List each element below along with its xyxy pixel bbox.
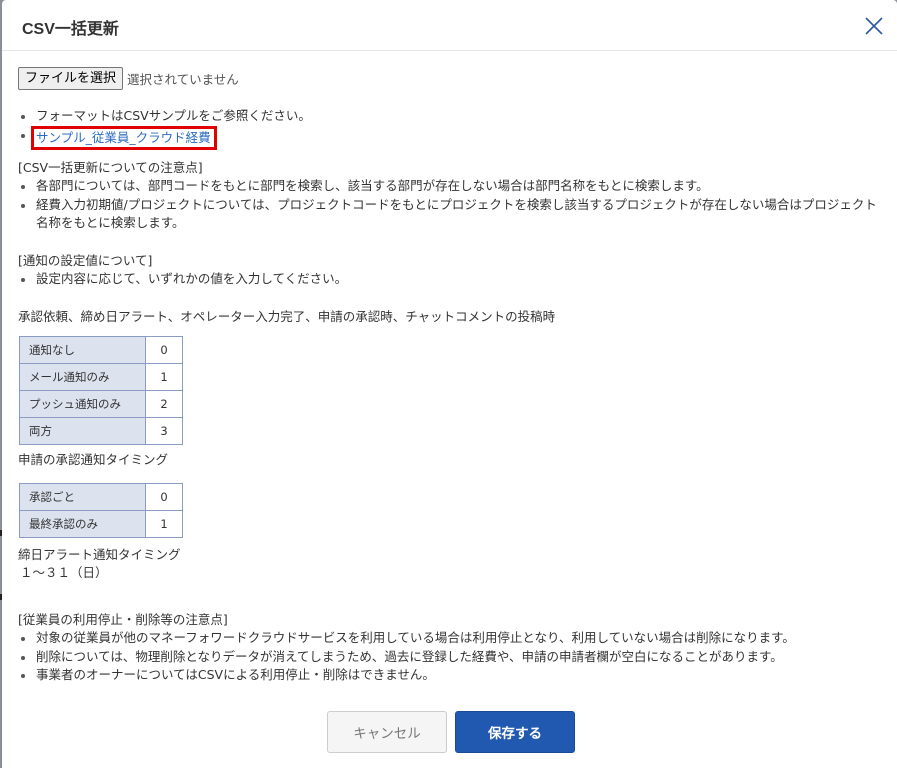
table-key: メール通知のみ xyxy=(19,363,146,391)
list-item: 対象の従業員が他のマネーフォワードクラウドサービスを利用している場合は利用停止と… xyxy=(18,629,887,648)
table-row: 両方 3 xyxy=(19,417,183,445)
table-value: 1 xyxy=(145,363,183,391)
notify-group2-label: 申請の承認通知タイミング xyxy=(18,452,169,467)
table-value: 1 xyxy=(145,509,183,538)
table-key: 最終承認のみ xyxy=(19,509,146,538)
close-icon[interactable] xyxy=(865,17,883,35)
notify-group3-label: 締日アラート通知タイミング xyxy=(18,546,181,562)
notify-group1-label: 承認依頼、締め日アラート、オペレーター入力完了、申請の承認時、チャットコメントの… xyxy=(18,308,556,324)
list-item: 各部門については、部門コードをもとに部門を検索し、該当する部門が存在しない場合は… xyxy=(18,177,887,196)
save-button[interactable]: 保存する xyxy=(455,711,575,753)
cancel-button[interactable]: キャンセル xyxy=(327,711,447,753)
table-value: 0 xyxy=(145,336,183,364)
list-item: 事業者のオーナーについてはCSVによる利用停止・削除はできません。 xyxy=(18,666,887,685)
table-value: 0 xyxy=(145,482,183,511)
table-key: プッシュ通知のみ xyxy=(19,390,146,418)
csv-update-modal: CSV一括更新 ファイルを選択 選択されていません フォーマットはCSVサンプル… xyxy=(2,0,897,768)
table-key: 通知なし xyxy=(19,336,146,364)
modal-header: CSV一括更新 xyxy=(2,0,897,51)
file-status: 選択されていません xyxy=(127,71,239,87)
table-value: 2 xyxy=(145,390,183,418)
sample-csv-link[interactable]: サンプル_従業員_クラウド経費 xyxy=(31,125,217,150)
notify-group3-value: １〜３１（日） xyxy=(20,565,108,580)
format-note: フォーマットはCSVサンプルをご参照ください。 xyxy=(18,107,887,126)
sample-link-item: サンプル_従業員_クラウド経費 xyxy=(18,125,887,150)
list-item: 設定内容に応じて、いずれかの値を入力してください。 xyxy=(18,270,887,289)
table-row: プッシュ通知のみ 2 xyxy=(19,390,183,418)
employee-notes-list: 対象の従業員が他のマネーフォワードクラウドサービスを利用している場合は利用停止と… xyxy=(18,629,887,685)
list-item: 削除については、物理削除となりデータが消えてしまうため、過去に登録した経費や、申… xyxy=(18,648,887,667)
modal-footer: キャンセル 保存する xyxy=(2,711,897,753)
table-key: 両方 xyxy=(19,417,146,445)
table-row: 通知なし 0 xyxy=(19,336,183,364)
table-row: メール通知のみ 1 xyxy=(19,363,183,391)
modal-body: ファイルを選択 選択されていません フォーマットはCSVサンプルをご参照ください… xyxy=(18,66,887,685)
notify-settings-list: 設定内容に応じて、いずれかの値を入力してください。 xyxy=(18,270,887,289)
file-chooser: ファイルを選択 選択されていません xyxy=(18,66,887,90)
update-notes-list: 各部門については、部門コードをもとに部門を検索し、該当する部門が存在しない場合は… xyxy=(18,177,887,233)
notify-group1-table: 通知なし 0 メール通知のみ 1 プッシュ通知のみ 2 両方 3 xyxy=(19,336,183,445)
update-notes-heading: [CSV一括更新についての注意点] xyxy=(18,159,203,175)
table-value: 3 xyxy=(145,417,183,445)
notify-settings-heading: [通知の設定値について] xyxy=(18,252,153,268)
notify-group2-table: 承認ごと 0 最終承認のみ 1 xyxy=(19,482,183,538)
format-list: フォーマットはCSVサンプルをご参照ください。 サンプル_従業員_クラウド経費 xyxy=(18,107,887,150)
employee-notes-heading: [従業員の利用停止・削除等の注意点] xyxy=(18,611,228,627)
table-row: 最終承認のみ 1 xyxy=(19,509,183,538)
choose-file-button[interactable]: ファイルを選択 xyxy=(18,66,124,90)
list-item: 経費入力初期値/プロジェクトについては、プロジェクトコードをもとにプロジェクトを… xyxy=(18,196,887,233)
table-row: 承認ごと 0 xyxy=(19,482,183,511)
table-key: 承認ごと xyxy=(19,482,146,511)
modal-title: CSV一括更新 xyxy=(22,21,119,38)
